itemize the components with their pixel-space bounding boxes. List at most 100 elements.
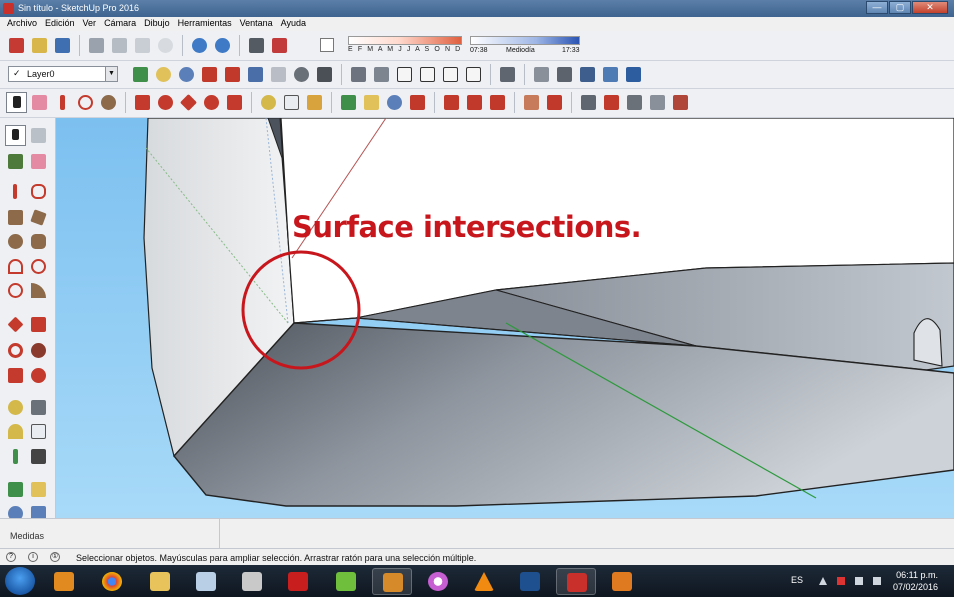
paint-bucket-icon[interactable] [304,92,325,113]
save-icon[interactable] [52,35,73,56]
monochrome-icon[interactable] [623,64,644,85]
taskbar-chrome[interactable] [92,568,132,595]
iso-view-icon[interactable] [348,64,369,85]
menu-ventana[interactable]: Ventana [237,17,278,31]
layer-manager-icon[interactable] [130,64,151,85]
arc-icon[interactable] [5,256,26,277]
menu-camara[interactable]: Cámara [101,17,141,31]
taskbar-vlc[interactable] [464,568,504,595]
back-view-icon[interactable] [440,64,461,85]
model-viewport[interactable]: Surface intersections. [56,118,954,518]
language-indicator[interactable]: ES [791,575,803,585]
select-icon[interactable] [5,125,26,146]
action-center-icon[interactable] [837,577,845,585]
follow-me-icon[interactable] [28,340,49,361]
clock-date[interactable]: 07/02/2016 [893,582,938,592]
circle-icon[interactable] [5,231,26,252]
menu-archivo[interactable]: Archivo [4,17,42,31]
right-view-icon[interactable] [417,64,438,85]
drape-icon[interactable] [624,92,645,113]
minimize-button[interactable]: — [866,1,888,14]
rotate-icon[interactable] [201,92,222,113]
zoom-extents-tool-icon[interactable] [407,92,428,113]
taskbar-sketchup[interactable] [556,568,596,595]
circle-icon[interactable] [98,92,119,113]
look-around-icon[interactable] [291,64,312,85]
layer-dropdown[interactable]: ✓ Layer0 ▼ [8,66,118,82]
taskbar-pen-app[interactable] [232,568,272,595]
follow-me-icon[interactable] [155,92,176,113]
text-icon[interactable] [28,421,49,442]
info-icon[interactable]: i [28,552,38,562]
dimension-icon[interactable] [28,397,49,418]
model-info-icon[interactable] [269,35,290,56]
front-view-icon[interactable] [394,64,415,85]
time-slider[interactable] [470,36,580,45]
paint-bucket-icon[interactable] [5,151,26,172]
axes-icon[interactable] [5,446,26,467]
push-pull-icon[interactable] [28,314,49,335]
zoom-tool-icon[interactable] [384,92,405,113]
wireframe-icon[interactable] [531,64,552,85]
copy-icon[interactable] [109,35,130,56]
taskbar-acrobat[interactable] [278,568,318,595]
share-model-icon[interactable] [464,92,485,113]
orbit-tool-icon[interactable] [338,92,359,113]
pan-icon[interactable] [28,479,49,500]
top-view-icon[interactable] [371,64,392,85]
paste-icon[interactable] [132,35,153,56]
add-detail-icon[interactable] [647,92,668,113]
network-icon[interactable] [855,577,863,585]
tape-measure-icon[interactable] [258,92,279,113]
pencil-icon[interactable] [52,92,73,113]
shaded-icon[interactable] [577,64,598,85]
move-icon[interactable] [5,314,26,335]
stamp-icon[interactable] [601,92,622,113]
taskbar-corel[interactable] [326,568,366,595]
menu-ver[interactable]: Ver [80,17,102,31]
taskbar-notepad[interactable] [186,568,226,595]
rotated-rectangle-icon[interactable] [28,207,49,228]
pan-icon[interactable] [361,92,382,113]
eraser-icon[interactable] [28,151,49,172]
3d-text-icon[interactable] [28,446,49,467]
geo-location-icon[interactable]: ? [6,552,16,562]
taskbar-photoshop[interactable] [510,568,550,595]
freehand-icon[interactable] [28,181,49,202]
warehouse-icon[interactable] [441,92,462,113]
move-icon[interactable] [178,92,199,113]
model-canvas[interactable] [56,118,954,518]
open-folder-icon[interactable] [29,35,50,56]
orbit-icon[interactable] [5,479,26,500]
polygon-icon[interactable] [28,231,49,252]
menu-ayuda[interactable]: Ayuda [278,17,311,31]
maximize-button[interactable]: ▢ [889,1,911,14]
eraser-icon[interactable] [29,92,50,113]
tape-measure-icon[interactable] [5,397,26,418]
rotate-icon[interactable] [5,340,26,361]
taskbar-explorer[interactable] [140,568,180,595]
previous-view-icon[interactable] [245,64,266,85]
erase-icon[interactable] [155,35,176,56]
make-component-icon[interactable] [28,125,49,146]
scale-icon[interactable] [5,365,26,386]
month-slider[interactable] [348,36,462,45]
protractor-icon[interactable] [5,421,26,442]
menu-herramientas[interactable]: Herramientas [175,17,237,31]
taskbar-inventor[interactable] [602,568,642,595]
two-point-arc-icon[interactable] [28,256,49,277]
close-button[interactable]: ✕ [912,1,948,14]
print-icon[interactable] [246,35,267,56]
extension-icon[interactable] [487,92,508,113]
left-view-icon[interactable] [463,64,484,85]
new-model-icon[interactable] [6,35,27,56]
walk-icon[interactable] [314,64,335,85]
zoom-window-icon[interactable] [199,64,220,85]
chevron-down-icon[interactable]: ▼ [105,66,118,82]
line-icon[interactable] [5,181,26,202]
redo-icon[interactable] [212,35,233,56]
smoove-icon[interactable] [578,92,599,113]
rectangle-icon[interactable] [5,207,26,228]
offset-icon[interactable] [28,365,49,386]
clock-time[interactable]: 06:11 p.m. [896,570,938,580]
